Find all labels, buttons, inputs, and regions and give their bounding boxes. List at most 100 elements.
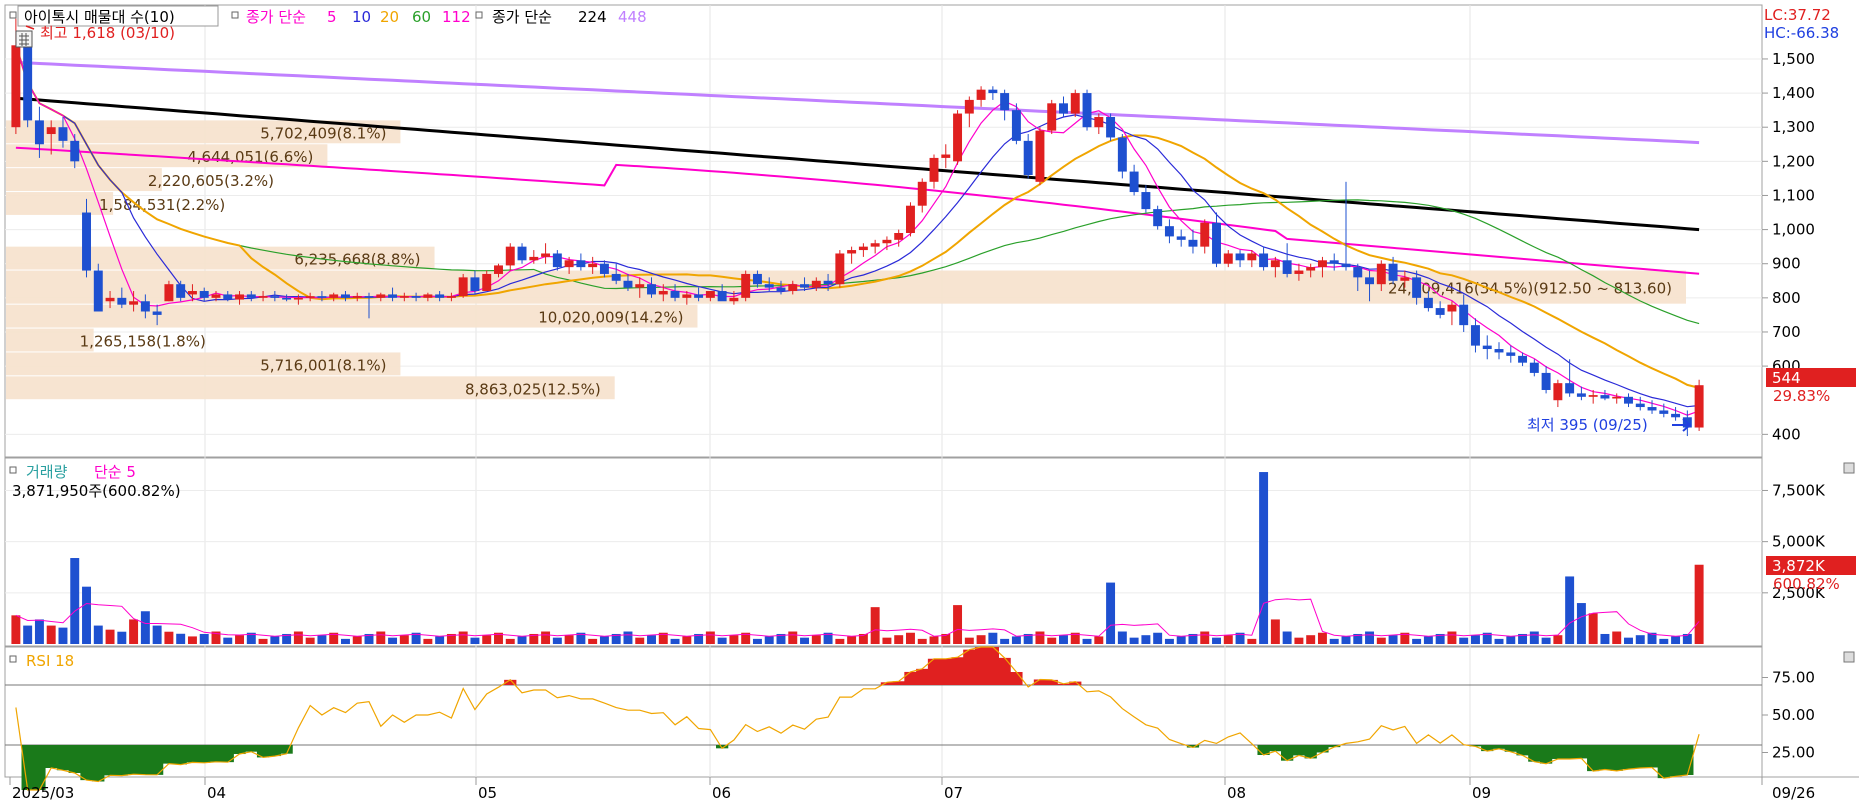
candle-body xyxy=(1117,137,1127,172)
volume-bar xyxy=(1365,631,1375,644)
candle-body xyxy=(1070,93,1080,114)
volume-bar xyxy=(1565,576,1575,644)
volume-bar xyxy=(458,631,468,644)
candle-body xyxy=(1000,93,1010,111)
volume-bar xyxy=(1612,631,1622,644)
candle-body xyxy=(1235,253,1245,261)
candle-body xyxy=(1506,352,1516,356)
candle-body xyxy=(976,89,986,100)
candle-body xyxy=(1459,304,1469,326)
volume-bar xyxy=(1447,631,1457,644)
volume-bar xyxy=(1129,637,1139,644)
candle-body xyxy=(1282,260,1292,274)
candle-body xyxy=(293,297,303,300)
volume-bar xyxy=(835,638,845,644)
volume-label: 거래량 xyxy=(26,463,68,481)
candle-body xyxy=(670,291,680,298)
volume-bar xyxy=(1459,637,1469,644)
volume-bar xyxy=(23,625,33,644)
ma-10-label: 10 xyxy=(352,8,371,26)
current-volume-change: 600.82% xyxy=(1773,575,1840,593)
volume-bar xyxy=(1200,631,1210,644)
lc-value: LC:37.72 xyxy=(1764,6,1831,24)
candle-body xyxy=(93,270,103,312)
x-tick-label: 09/26 xyxy=(1772,784,1815,802)
candle-body xyxy=(1482,345,1492,350)
candle-body xyxy=(199,291,209,298)
candle-body xyxy=(340,294,350,298)
volume-bar xyxy=(1247,638,1257,644)
candle-body xyxy=(847,250,857,254)
volume-bar xyxy=(717,637,727,644)
candle-body xyxy=(1353,267,1363,278)
volume-bar xyxy=(1341,636,1351,644)
candle-body xyxy=(435,294,445,298)
volume-bar xyxy=(58,627,68,644)
candle-body xyxy=(1035,130,1045,182)
volume-bar xyxy=(46,625,56,644)
volume-bar xyxy=(1035,631,1045,644)
price-tick-label: 1,500 xyxy=(1772,50,1815,68)
volume-bar xyxy=(1106,582,1116,644)
candle-body xyxy=(764,284,774,288)
rsi-panel-frame xyxy=(4,646,1763,778)
candle-body xyxy=(788,284,798,292)
volume-bar xyxy=(1011,636,1021,644)
candle-body xyxy=(635,284,645,288)
candle-body xyxy=(1388,263,1398,281)
candle-body xyxy=(211,294,221,298)
volume-bar xyxy=(1494,638,1504,644)
volume-bar xyxy=(541,631,551,644)
volume-bar xyxy=(423,638,433,644)
volume-bar xyxy=(1047,637,1057,644)
candle-body xyxy=(1376,263,1386,285)
volume-bar xyxy=(1506,636,1516,644)
candle-body xyxy=(23,45,33,121)
volume-bar xyxy=(788,631,798,644)
candle-body xyxy=(446,296,456,298)
candle-body xyxy=(682,294,692,298)
volume-bar xyxy=(988,632,998,644)
x-tick-label: 2025/03 xyxy=(12,784,74,802)
candle-body xyxy=(1647,407,1657,411)
candle-body xyxy=(1553,383,1563,401)
candle-body xyxy=(1106,116,1116,138)
candle-body xyxy=(58,127,68,141)
volume-bar xyxy=(1082,638,1092,644)
candle-body xyxy=(988,89,998,94)
candle-body xyxy=(717,291,727,302)
candle-body xyxy=(1565,383,1575,394)
candle-body xyxy=(388,294,398,298)
ma-5-label: 5 xyxy=(327,8,337,26)
volume-profile-label: 5,716,001(8.1%) xyxy=(260,356,386,374)
calendar-icon[interactable] xyxy=(15,30,33,48)
ma-prefix: 종가 단순 xyxy=(246,8,306,26)
volume-bar xyxy=(1470,635,1480,644)
candle-body xyxy=(423,294,433,298)
candle-body xyxy=(1082,93,1092,128)
volume-bar xyxy=(1259,472,1269,644)
candle-body xyxy=(1635,403,1645,408)
candle-body xyxy=(882,239,892,244)
candle-body xyxy=(529,256,539,261)
candle-body xyxy=(140,301,150,312)
candle-body xyxy=(494,265,503,274)
volume-bar xyxy=(388,637,398,644)
volume-bar xyxy=(164,631,174,644)
candle-body xyxy=(11,45,21,128)
volume-panel-close-icon[interactable] xyxy=(1843,462,1855,474)
candle-body xyxy=(858,246,868,251)
volume-bar xyxy=(752,638,762,644)
candle-body xyxy=(1329,260,1339,264)
candle-body xyxy=(1494,349,1504,353)
rsi-panel-close-icon[interactable] xyxy=(1843,651,1855,663)
candle-body xyxy=(1400,277,1410,281)
candle-body xyxy=(1317,260,1327,268)
candle-body xyxy=(364,296,374,298)
volume-bar xyxy=(623,631,633,644)
candle-body xyxy=(741,273,751,298)
volume-bar xyxy=(199,633,209,644)
current-price-value: 544 xyxy=(1772,369,1801,387)
volume-bar xyxy=(34,619,44,644)
volume-bar xyxy=(140,611,150,644)
